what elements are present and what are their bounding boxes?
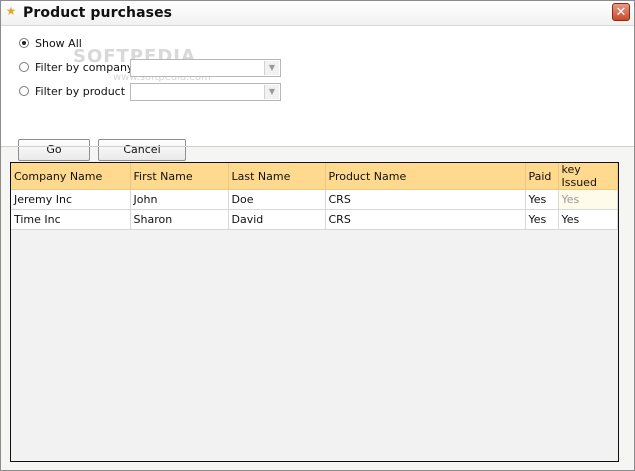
product-purchases-window: ★ Product purchases ✕ SOFTPEDIA www.soft… [0, 0, 635, 471]
window-title: Product purchases [23, 5, 173, 21]
filter-product-radio[interactable] [19, 86, 29, 96]
go-button[interactable]: Go [18, 139, 90, 161]
table-header-row: Company Name First Name Last Name Produc… [11, 163, 618, 190]
filter-product-option[interactable]: Filter by product [19, 83, 125, 99]
column-first-name[interactable]: First Name [130, 163, 229, 190]
first-name-cell[interactable]: John [130, 189, 229, 210]
last-name-cell[interactable]: Doe [228, 189, 326, 210]
chevron-down-icon[interactable]: ▼ [264, 61, 279, 75]
close-icon: ✕ [615, 5, 627, 20]
purchases-table: Company Name First Name Last Name Produc… [11, 163, 618, 230]
table-row[interactable]: Jeremy Inc John Doe CRS Yes Yes [11, 189, 618, 210]
filter-company-radio[interactable] [19, 62, 29, 72]
table-row[interactable]: Time Inc Sharon David CRS Yes Yes [11, 209, 618, 230]
key-issued-cell[interactable]: Yes [558, 209, 618, 230]
product-select[interactable]: ▼ [130, 83, 281, 101]
column-last-name[interactable]: Last Name [228, 163, 326, 190]
column-key-issued[interactable]: key Issued [558, 163, 618, 190]
filter-panel: SOFTPEDIA www.softpedia.com Show All Fil… [1, 26, 634, 161]
cancel-button[interactable]: Cancel [98, 139, 186, 161]
purchases-grid[interactable]: Company Name First Name Last Name Produc… [10, 162, 619, 462]
show-all-label: Show All [35, 36, 82, 50]
column-company-name[interactable]: Company Name [11, 163, 131, 190]
column-product-name[interactable]: Product Name [325, 163, 526, 190]
paid-cell[interactable]: Yes [525, 189, 559, 210]
company-cell[interactable]: Jeremy Inc [11, 189, 131, 210]
title-bar: ★ Product purchases ✕ [1, 1, 634, 26]
filter-company-option[interactable]: Filter by company [19, 59, 133, 75]
section-separator [1, 146, 634, 147]
chevron-down-icon[interactable]: ▼ [264, 85, 279, 99]
product-cell[interactable]: CRS [325, 209, 526, 230]
key-issued-cell[interactable]: Yes [558, 189, 618, 210]
company-select[interactable]: ▼ [130, 59, 281, 77]
column-paid[interactable]: Paid [525, 163, 559, 190]
show-all-radio[interactable] [19, 38, 29, 48]
filter-company-label: Filter by company [35, 60, 134, 74]
star-icon: ★ [5, 4, 17, 18]
filter-product-label: Filter by product [35, 84, 126, 98]
company-cell[interactable]: Time Inc [11, 209, 131, 230]
first-name-cell[interactable]: Sharon [130, 209, 229, 230]
product-cell[interactable]: CRS [325, 189, 526, 210]
close-button[interactable]: ✕ [612, 3, 630, 21]
show-all-option[interactable]: Show All [19, 35, 82, 51]
paid-cell[interactable]: Yes [525, 209, 559, 230]
last-name-cell[interactable]: David [228, 209, 326, 230]
